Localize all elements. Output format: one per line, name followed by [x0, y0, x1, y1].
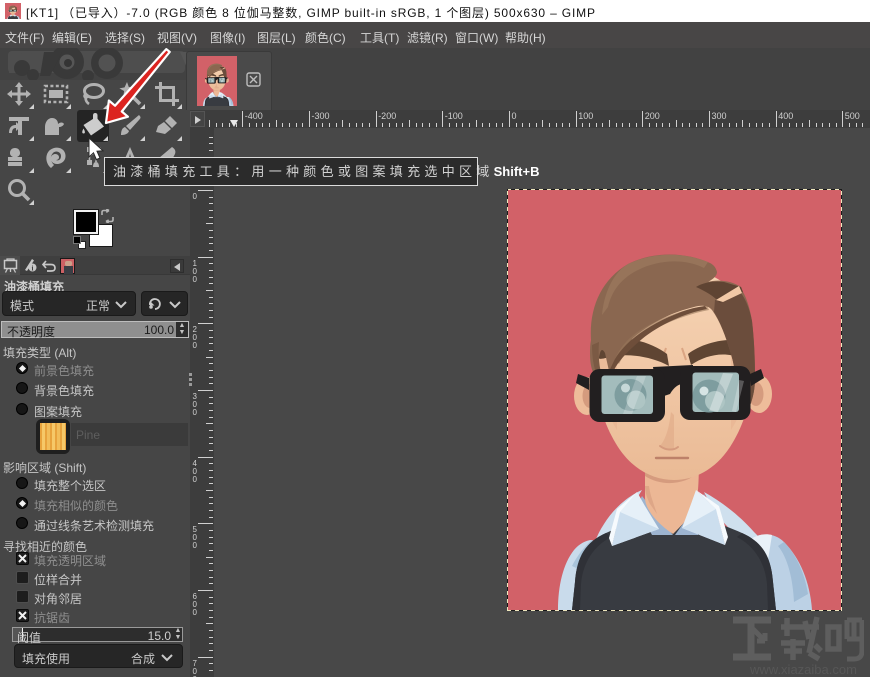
svg-text:i: i [32, 264, 34, 272]
